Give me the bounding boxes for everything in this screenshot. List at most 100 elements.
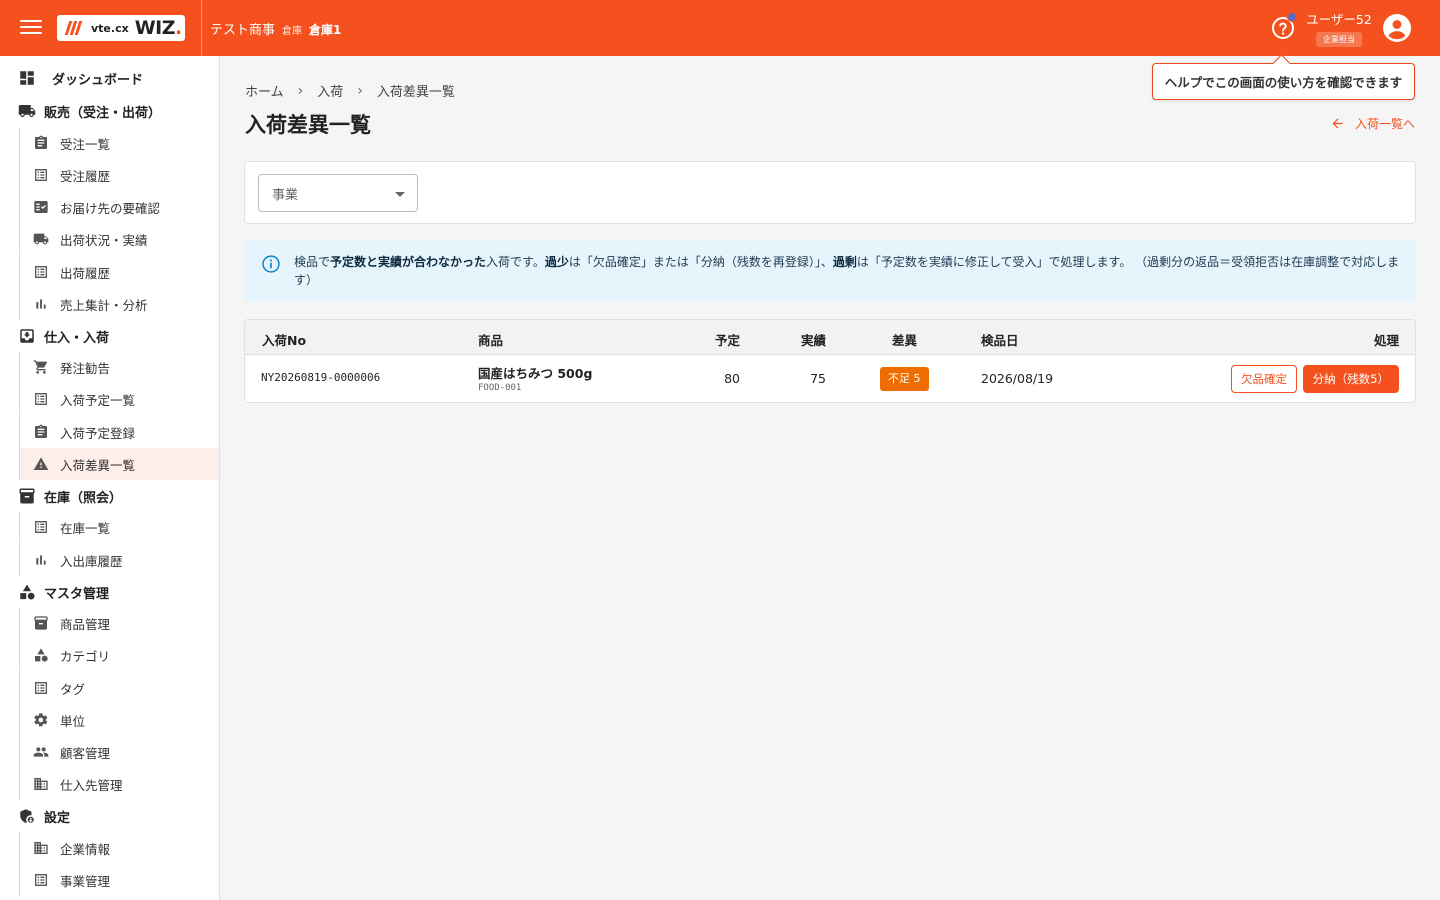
header-diff: 差異 [892, 333, 918, 348]
sidebar-group-label: 設定 [44, 810, 71, 826]
list-alt-icon [35, 393, 47, 405]
sidebar-item-unit[interactable]: 単位 [19, 704, 219, 736]
sidebar-group-settings[interactable]: 設定 [18, 804, 70, 828]
archive-icon [19, 488, 35, 504]
business-select[interactable]: 事業 [258, 174, 418, 212]
info-alert: 検品で予定数と実績が合わなかった入荷です。過少は「欠品確定」または「分納（残数を… [244, 239, 1416, 302]
sidebar-item-sales-analysis[interactable]: 売上集計・分析 [19, 288, 219, 320]
table-row: NY20260819-0000006 国産はちみつ 500g FOOD-001 … [245, 355, 1415, 402]
cell-arrival-no: NY20260819-0000006 [261, 371, 381, 384]
sidebar-group-label: マスタ管理 [44, 586, 110, 602]
chevron-right-icon: › [297, 82, 304, 99]
sidebar-item-business-management[interactable]: 事業管理 [19, 864, 219, 896]
warehouse-label: 倉庫 [282, 26, 303, 37]
breadcrumb-arrival[interactable]: 入荷 [317, 81, 343, 100]
info-message: 検品で予定数と実績が合わなかった入荷です。過少は「欠品確定」または「分納（残数を… [294, 255, 1400, 287]
logo-mark-icon [64, 20, 83, 36]
list-alt-icon [35, 874, 47, 886]
help-tooltip: ヘルプでこの画面の使い方を確認できます [1152, 63, 1415, 100]
sidebar-item-stock-history[interactable]: 入出庫履歴 [19, 544, 219, 576]
truck-icon [18, 105, 36, 117]
cart-icon [33, 360, 47, 374]
header-planned: 予定 [714, 333, 740, 348]
sidebar-item-label: お届け先の要確認 [60, 200, 161, 216]
sidebar-group-label: 在庫（照会） [44, 490, 123, 506]
header-actual: 実績 [800, 333, 826, 348]
sidebar-item-order-history[interactable]: 受注履歴 [19, 159, 219, 191]
sidebar-item-label: 入出庫履歴 [60, 553, 123, 569]
dashboard-icon [20, 71, 34, 85]
help-notification-dot [1287, 12, 1297, 22]
list-alt-icon [35, 169, 47, 181]
sidebar-group-sales[interactable]: 販売（受注・出荷） [18, 99, 161, 123]
sidebar-item-label: 企業情報 [60, 841, 111, 857]
sidebar-item-arrival-plan-register[interactable]: 入荷予定登録 [19, 416, 219, 448]
sidebar-item-inventory-list[interactable]: 在庫一覧 [19, 511, 219, 543]
cell-product-name: 国産はちみつ 500g [478, 366, 593, 381]
split-delivery-button[interactable]: 分納（残数5） [1302, 365, 1399, 393]
sidebar-item-label: 商品管理 [60, 616, 111, 632]
admin-settings-icon [20, 809, 34, 823]
confirm-shortage-button[interactable]: 欠品確定 [1231, 365, 1297, 393]
diff-badge: 不足 5 [880, 367, 929, 391]
sidebar-item-shipping-history[interactable]: 出荷履歴 [19, 256, 219, 288]
people-icon [33, 747, 49, 757]
sidebar-item-label: 受注一覧 [60, 136, 111, 152]
sidebar-item-label: 顧客管理 [60, 745, 111, 761]
sidebar-group-label: 販売（受注・出荷） [44, 105, 162, 121]
sidebar-item-label: 単位 [60, 713, 86, 729]
sidebar-item-tag[interactable]: タグ [19, 672, 219, 704]
sidebar-item-arrival-plan-list[interactable]: 入荷予定一覧 [19, 383, 219, 415]
sidebar-item-dashboard[interactable]: ダッシュボード [18, 66, 143, 90]
list-alt-icon [35, 682, 47, 694]
sidebar-item-product-management[interactable]: 商品管理 [19, 607, 219, 639]
sidebar-item-label: 出荷履歴 [60, 265, 111, 281]
app-logo[interactable]: vte.cx WIZ. [57, 15, 185, 41]
inbox-icon [20, 329, 34, 343]
sidebar-item-order-advice[interactable]: 発注勧告 [19, 351, 219, 383]
logo-vte-text: vte.cx [91, 21, 129, 35]
sidebar-item-delivery-check[interactable]: お届け先の要確認 [19, 191, 219, 223]
breadcrumb: ホーム › 入荷 › 入荷差異一覧 [245, 81, 455, 101]
bar-chart-icon [36, 555, 46, 565]
header-arrival-no: 入荷No [262, 333, 307, 348]
category-icon [20, 584, 35, 600]
business-icon [34, 778, 48, 790]
warning-icon [33, 457, 49, 470]
business-select-placeholder: 事業 [272, 187, 299, 203]
filter-card: 事業 [244, 161, 1416, 224]
account-icon[interactable] [1383, 14, 1411, 42]
list-alt-icon [35, 266, 47, 278]
sidebar-group-inventory[interactable]: 在庫（照会） [18, 484, 122, 508]
sidebar-group-purchase[interactable]: 仕入・入荷 [18, 324, 109, 348]
breadcrumb-current: 入荷差異一覧 [376, 85, 455, 100]
company-info: テスト商事 倉庫 倉庫1 [210, 19, 341, 38]
sidebar-item-supplier[interactable]: 仕入先管理 [19, 768, 219, 800]
business-icon [34, 842, 48, 854]
header-action: 処理 [1373, 333, 1399, 348]
cell-planned: 80 [724, 371, 740, 386]
menu-icon[interactable] [20, 17, 42, 39]
sidebar-item-label: 入荷差異一覧 [60, 457, 136, 473]
sidebar-item-label: カテゴリ [60, 648, 111, 664]
sidebar-item-order-list[interactable]: 受注一覧 [19, 127, 219, 159]
sidebar-item-customer[interactable]: 顧客管理 [19, 736, 219, 768]
back-to-arrival-list-link[interactable]: 入荷一覧へ [1330, 115, 1415, 132]
sidebar-item-shipping-status[interactable]: 出荷状況・実績 [19, 223, 219, 255]
user-name: ユーザー52 [1306, 12, 1372, 27]
header-divider [201, 0, 202, 56]
assignment-icon [35, 424, 47, 438]
sidebar-item-label: 入荷予定一覧 [60, 392, 136, 408]
sidebar-nav: ダッシュボード 販売（受注・出荷） 受注一覧 受注履歴 お届け先の要確認 出荷状… [0, 56, 220, 900]
sidebar-item-label: タグ [60, 681, 86, 697]
sidebar-group-master[interactable]: マスタ管理 [18, 580, 109, 604]
sidebar-item-arrival-discrepancy[interactable]: 入荷差異一覧 [19, 448, 219, 480]
sidebar-item-company-info[interactable]: 企業情報 [19, 832, 219, 864]
header-product: 商品 [478, 333, 504, 348]
user-info[interactable]: ユーザー52 企業担当 [1306, 12, 1372, 47]
sidebar-item-label: 在庫一覧 [60, 520, 111, 536]
breadcrumb-home[interactable]: ホーム [245, 81, 284, 100]
cell-inspected-date: 2026/08/19 [981, 371, 1054, 386]
sidebar-item-category[interactable]: カテゴリ [19, 639, 219, 671]
warehouse-name: 倉庫1 [309, 23, 342, 37]
